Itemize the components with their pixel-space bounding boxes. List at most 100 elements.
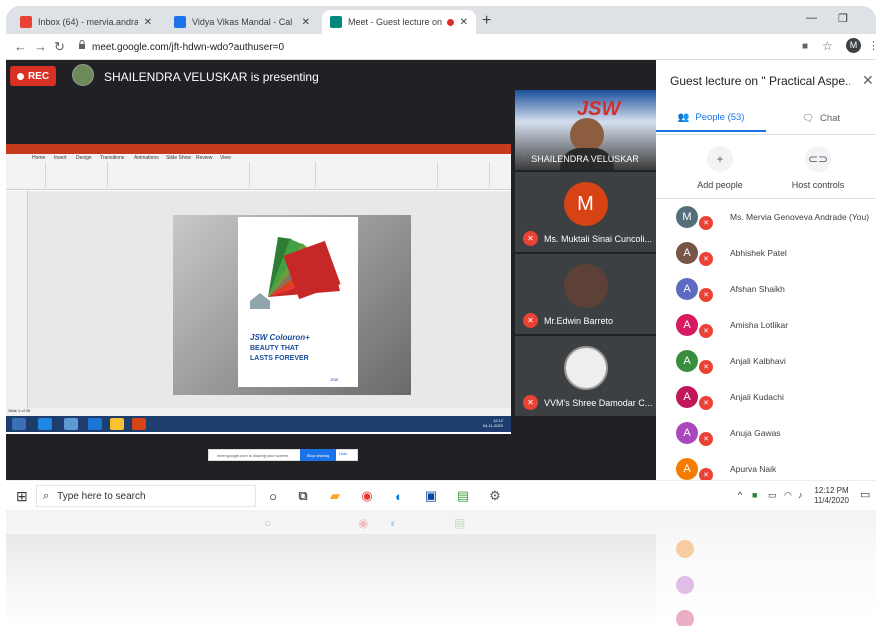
mic-off-icon: ✕ (699, 396, 713, 410)
shared-screen: Home Insert Design Transitions Animation… (6, 144, 511, 461)
ribbon-tab: Insert (54, 155, 67, 161)
recording-dot-icon (447, 18, 454, 26)
close-icon[interactable]: ✕ (302, 17, 310, 28)
battery-icon[interactable]: ▭ (768, 490, 777, 501)
participant-name: Apurva Naik (730, 464, 777, 474)
meet-icon (330, 16, 342, 28)
slide-brand: JSW Colouron+ (250, 333, 310, 342)
file-explorer-icon[interactable]: ▰ (326, 487, 344, 505)
url-field[interactable]: meet.google.com/jft-hdwn-wdo?authuser=0 (92, 42, 284, 53)
reflection-icon: ▤ (454, 516, 466, 530)
reflection-effect: ○ ◉ ◐ ▤ (6, 510, 876, 626)
taskbar-search-input[interactable]: ⌕ Type here to search (36, 485, 256, 507)
participant-avatar-photo (563, 264, 608, 308)
volume-icon[interactable]: ♪ (798, 490, 803, 500)
avatar: A (676, 278, 698, 300)
participant-name: Ms. Mervia Genoveva Andrade (You) (730, 212, 870, 222)
lock-icon[interactable] (78, 40, 86, 50)
menu-icon[interactable]: ⋮ (868, 39, 876, 52)
list-item-participant[interactable]: A ✕ Afshan Shaikh (656, 274, 876, 310)
edge-icon[interactable]: ◐ (390, 487, 408, 505)
participant-name: Abhishek Patel (730, 248, 787, 258)
avatar: A (676, 314, 698, 336)
star-icon[interactable]: ☆ (822, 39, 833, 53)
ie-icon (88, 418, 102, 430)
participant-tile[interactable]: ✕ VVM's Shree Damodar C... (515, 336, 656, 416)
hide-button[interactable]: Hide (339, 451, 347, 456)
forward-icon[interactable]: → (34, 39, 47, 54)
tab-meet[interactable]: Meet - Guest lecture on " Pra ✕ (322, 10, 476, 34)
new-tab-button[interactable]: + (482, 12, 491, 30)
remote-date: 04-11-2020 (482, 423, 503, 428)
close-icon[interactable]: ✕ (862, 72, 874, 89)
tab-calendar[interactable]: Vidya Vikas Mandal - Calendar - ✕ (166, 10, 318, 34)
participant-name: Amisha Lotlikar (730, 320, 789, 330)
tab-people[interactable]: 👥 People (53) (656, 104, 766, 132)
slide-tagline: BEAUTY THAT (250, 345, 299, 352)
ribbon-group-paragraph (252, 162, 316, 187)
recording-badge: REC (10, 66, 56, 86)
list-item-participant[interactable]: A ✕ Anuja Gawas (656, 418, 876, 454)
list-item-participant[interactable]: M ✕ Ms. Mervia Genoveva Andrade (You) (656, 202, 876, 238)
close-icon[interactable]: ✕ (144, 17, 152, 28)
participant-tile[interactable]: ✕ Mr.Edwin Barreto (515, 254, 656, 334)
tile-name-label: VVM's Shree Damodar C... (544, 397, 653, 408)
tab-people-label: People (53) (695, 111, 745, 123)
cortana-icon[interactable]: ○ (264, 487, 282, 505)
list-item-participant[interactable]: A ✕ Anjali Kalbhavi (656, 346, 876, 382)
ribbon-tab: Transitions (100, 155, 125, 161)
divider (656, 198, 876, 199)
calendar-icon (174, 16, 186, 28)
tile-name: ✕ Mr.Edwin Barreto (523, 313, 613, 328)
browser-toolbar: ← → ↻ meet.google.com/jft-hdwn-wdo?authu… (6, 34, 876, 60)
wifi-icon[interactable]: ◠ (784, 490, 792, 501)
profile-avatar[interactable]: M (846, 38, 861, 53)
slide-tagline: LASTS FOREVER (250, 355, 309, 362)
camera-icon[interactable]: ■ (802, 41, 808, 52)
reflection-avatar (676, 540, 694, 558)
tab-gmail[interactable]: Inbox (64) - mervia.andrade@vvm ✕ (12, 10, 160, 34)
toggle-icon: ⊂⊃ (805, 146, 831, 172)
avatar: A (676, 422, 698, 444)
ribbon-tab: Review (196, 155, 213, 161)
tab-label: Inbox (64) - mervia.andrade@vvm (38, 17, 138, 27)
notifications-icon[interactable]: ▭ (860, 488, 870, 501)
reflection-icon: ○ (264, 516, 272, 530)
mic-off-icon: ✕ (523, 313, 538, 328)
browser-tab-bar: Inbox (64) - mervia.andrade@vvm ✕ Vidya … (6, 6, 876, 34)
app-icon[interactable]: ▤ (454, 487, 472, 505)
divider (656, 134, 876, 135)
list-item-participant[interactable]: A ✕ Abhishek Patel (656, 238, 876, 274)
color-swatch-fan-image (250, 237, 341, 309)
list-item-participant[interactable]: A ✕ Amisha Lotlikar (656, 310, 876, 346)
participant-tile[interactable]: M ✕ Ms. Muktali Sinai Cuncoli... (515, 172, 656, 252)
tab-chat[interactable]: 🗨 Chat (766, 104, 876, 132)
chevron-up-icon[interactable]: ^ (738, 490, 742, 500)
participant-name: Anuja Gawas (730, 428, 781, 438)
back-icon[interactable]: ← (14, 39, 27, 54)
app-icon (38, 418, 52, 430)
add-people-button[interactable]: + Add people (670, 146, 770, 190)
minimize-icon[interactable]: — (806, 12, 817, 24)
participant-avatar: M (563, 182, 608, 226)
host-controls-button[interactable]: ⊂⊃ Host controls (768, 146, 868, 190)
people-icon: 👥 (677, 111, 690, 123)
tile-name-label: Ms. Muktali Sinai Cuncoli... (544, 233, 653, 244)
clock-time: 12:12 PM (814, 486, 849, 495)
list-item-participant[interactable]: A ✕ Anjali Kudachi (656, 382, 876, 418)
app-icon (64, 418, 78, 430)
tile-name: ✕ VVM's Shree Damodar C... (523, 395, 652, 410)
app-tray-icon[interactable]: ■ (752, 490, 757, 500)
taskbar-clock[interactable]: 12:12 PM 11/4/2020 (814, 486, 849, 506)
restore-icon[interactable]: ❐ (838, 12, 848, 25)
close-icon[interactable]: ✕ (460, 17, 468, 28)
reload-icon[interactable]: ↻ (54, 39, 65, 55)
stop-sharing-button[interactable]: Stop sharing (300, 449, 336, 461)
mic-off-icon: ✕ (699, 252, 713, 266)
chrome-icon[interactable]: ◉ (358, 487, 376, 505)
settings-icon[interactable]: ⚙ (486, 487, 504, 505)
task-view-icon[interactable]: ⧉ (294, 487, 312, 505)
windows-start-icon[interactable]: ⊞ (16, 488, 28, 505)
photos-icon[interactable]: ▣ (422, 487, 440, 505)
participant-tile-presenter[interactable]: JSW ⫶ SHAILENDRA VELUSKAR (515, 90, 656, 170)
